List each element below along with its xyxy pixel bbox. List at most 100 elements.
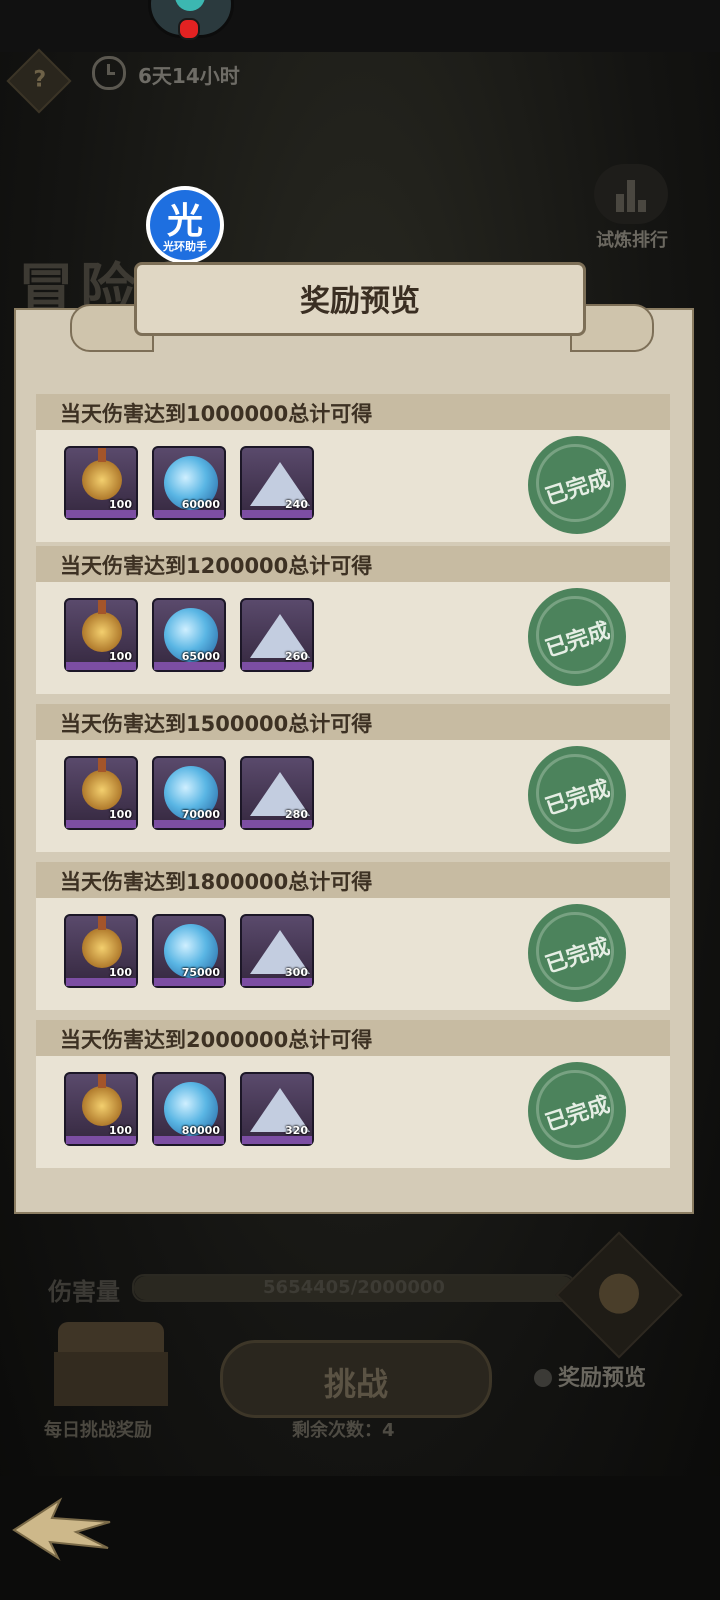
completed-stamp: 已完成 (528, 904, 626, 1002)
reward-item[interactable]: 320 (240, 1072, 314, 1146)
rarity-stripe (66, 510, 136, 518)
medal-icon (82, 758, 122, 810)
reward-item[interactable]: 260 (240, 598, 314, 672)
reward-tier-header: 当天伤害达到1800000总计可得 (36, 862, 670, 898)
rarity-stripe (242, 1136, 312, 1144)
reward-tier-header: 当天伤害达到1000000总计可得 (36, 394, 670, 430)
reward-item-count: 280 (285, 808, 308, 821)
rarity-stripe (66, 1136, 136, 1144)
reward-item-count: 260 (285, 650, 308, 663)
rarity-stripe (154, 1136, 224, 1144)
reward-item-count: 70000 (181, 808, 220, 821)
event-timer: 6天14小时 (138, 64, 240, 88)
rarity-stripe (242, 978, 312, 986)
reward-item[interactable]: 60000 (152, 446, 226, 520)
reward-tier-title: 当天伤害达到1200000总计可得 (60, 554, 373, 578)
reward-item[interactable]: 75000 (152, 914, 226, 988)
reward-item-count: 100 (109, 808, 132, 821)
reward-item[interactable]: 100 (64, 756, 138, 830)
rarity-stripe (242, 820, 312, 828)
reward-item-count: 100 (109, 498, 132, 511)
rank-button[interactable] (594, 164, 668, 224)
top-bar (0, 0, 720, 52)
rarity-stripe (242, 662, 312, 670)
completed-stamp: 已完成 (528, 1062, 626, 1160)
rank-label[interactable]: 试炼排行 (596, 226, 668, 252)
reward-tier-header: 当天伤害达到1500000总计可得 (36, 704, 670, 740)
rarity-stripe (154, 662, 224, 670)
rarity-stripe (154, 510, 224, 518)
reward-tier: 当天伤害达到1200000总计可得 100 65000 260 已完成 (36, 546, 670, 696)
reward-item-count: 320 (285, 1124, 308, 1137)
chest-body (54, 1352, 168, 1406)
clock-icon (92, 56, 126, 90)
assistant-floating-button[interactable]: 光 光环助手 (146, 186, 224, 264)
challenge-button-label: 挑战 (323, 1365, 388, 1403)
reward-item-count: 100 (109, 1124, 132, 1137)
completed-stamp: 已完成 (528, 588, 626, 686)
reward-item[interactable]: 100 (64, 914, 138, 988)
reward-tier: 当天伤害达到2000000总计可得 100 80000 320 已完成 (36, 1020, 670, 1170)
notification-dot (178, 18, 200, 40)
reward-tier: 当天伤害达到1000000总计可得 100 60000 240 已完成 (36, 394, 670, 544)
reward-item[interactable]: 80000 (152, 1072, 226, 1146)
back-arrow-icon[interactable] (6, 1492, 116, 1562)
challenge-button[interactable]: 挑战 (220, 1340, 492, 1418)
completed-stamp: 已完成 (528, 746, 626, 844)
rarity-stripe (242, 510, 312, 518)
rarity-stripe (66, 820, 136, 828)
reward-tier-header: 当天伤害达到1200000总计可得 (36, 546, 670, 582)
reward-tier-body: 100 65000 260 已完成 (36, 582, 670, 694)
reward-item[interactable]: 100 (64, 446, 138, 520)
reward-tier-body: 100 70000 280 已完成 (36, 740, 670, 852)
rarity-stripe (154, 978, 224, 986)
rarity-stripe (154, 820, 224, 828)
reward-tier-header: 当天伤害达到2000000总计可得 (36, 1020, 670, 1056)
ranking-icon (616, 178, 646, 212)
medal-icon (82, 916, 122, 968)
reward-tier-title: 当天伤害达到2000000总计可得 (60, 1028, 373, 1052)
help-button[interactable]: ? (6, 48, 72, 114)
medal-icon (82, 1074, 122, 1126)
reward-item[interactable]: 240 (240, 446, 314, 520)
medal-reward-icon[interactable] (555, 1231, 683, 1359)
reward-item-count: 300 (285, 966, 308, 979)
reward-item-count: 75000 (181, 966, 220, 979)
reward-item[interactable]: 280 (240, 756, 314, 830)
reward-tier-title: 当天伤害达到1500000总计可得 (60, 712, 373, 736)
reward-tier: 当天伤害达到1800000总计可得 100 75000 300 已完成 (36, 862, 670, 1012)
medal-icon (82, 600, 122, 652)
question-icon: ? (33, 67, 47, 93)
remaining-attempts: 剩余次数：4 (292, 1420, 395, 1441)
reward-item-count: 100 (109, 966, 132, 979)
reward-item-count: 65000 (181, 650, 220, 663)
reward-tier-title: 当天伤害达到1000000总计可得 (60, 402, 373, 426)
assistant-logo-char: 光 (166, 201, 203, 242)
reward-preview-button[interactable]: 奖励预览 (534, 1360, 646, 1392)
reward-item[interactable]: 70000 (152, 756, 226, 830)
reward-item-count: 100 (109, 650, 132, 663)
reward-item-count: 240 (285, 498, 308, 511)
reward-item-count: 80000 (181, 1124, 220, 1137)
damage-progress-bar: 5654405/2000000 (132, 1274, 576, 1302)
daily-reward-label[interactable]: 每日挑战奖励 (44, 1416, 152, 1442)
medal-icon (82, 448, 122, 500)
magnifier-icon (534, 1369, 552, 1387)
reward-tier: 当天伤害达到1500000总计可得 100 70000 280 已完成 (36, 704, 670, 854)
rarity-stripe (66, 978, 136, 986)
avatar-image (175, 0, 205, 11)
reward-item[interactable]: 100 (64, 598, 138, 672)
reward-tier-title: 当天伤害达到1800000总计可得 (60, 870, 373, 894)
reward-item[interactable]: 65000 (152, 598, 226, 672)
reward-preview-label: 奖励预览 (558, 1366, 647, 1391)
reward-tier-body: 100 80000 320 已完成 (36, 1056, 670, 1168)
reward-item[interactable]: 100 (64, 1072, 138, 1146)
reward-item-count: 60000 (181, 498, 220, 511)
assistant-logo-text: 光环助手 (163, 240, 207, 253)
chest-icon (58, 1322, 164, 1352)
damage-label: 伤害量 (48, 1278, 120, 1306)
medal-icon (590, 1265, 648, 1322)
reward-tier-body: 100 60000 240 已完成 (36, 430, 670, 542)
daily-chest-button[interactable] (46, 1322, 176, 1406)
reward-item[interactable]: 300 (240, 914, 314, 988)
